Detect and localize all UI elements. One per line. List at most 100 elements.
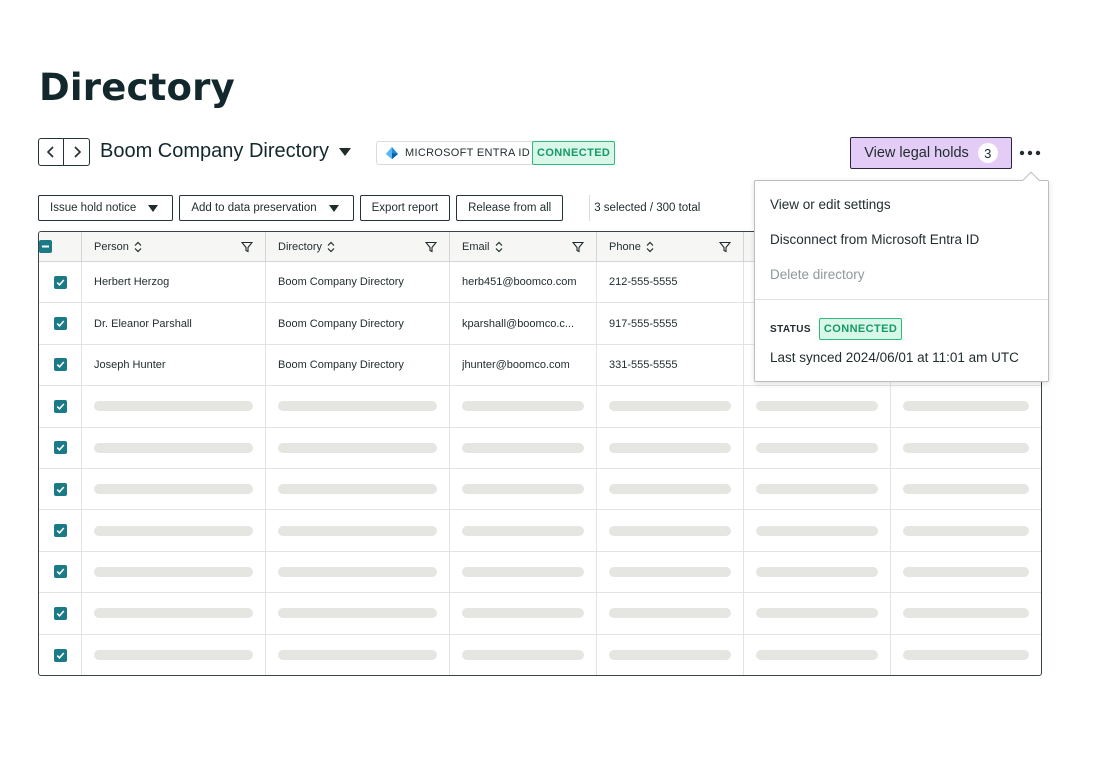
status-label: STATUS	[770, 323, 811, 335]
phone-value: 917-555-5555	[609, 317, 678, 330]
directory-name: Boom Company Directory	[100, 140, 329, 162]
loading-placeholder	[609, 650, 731, 661]
filter-icon[interactable]	[572, 241, 584, 253]
sort-icon[interactable]	[134, 241, 142, 253]
directory-selector[interactable]: Boom Company Directory	[100, 140, 351, 163]
disconnect-menu-item[interactable]: Disconnect from Microsoft Entra ID	[770, 232, 979, 247]
add-to-data-preservation-label: Add to data preservation	[191, 202, 317, 214]
issue-hold-notice-button[interactable]: Issue hold notice	[38, 195, 174, 221]
checkbox-checked-icon	[56, 527, 64, 534]
phone-cell: 331-555-5555	[597, 344, 744, 386]
directory-cell: Boom Company Directory	[266, 262, 450, 303]
filter-icon[interactable]	[241, 241, 253, 253]
row-checkbox-cell	[39, 551, 82, 593]
loading-placeholder	[903, 650, 1029, 661]
row-checkbox[interactable]	[53, 606, 67, 620]
person-name: Joseph Hunter	[94, 358, 166, 371]
loading-placeholder	[756, 650, 878, 661]
loading-placeholder	[756, 484, 878, 495]
loading-row	[39, 386, 1041, 428]
next-directory-button[interactable]	[64, 138, 90, 166]
loading-row	[39, 468, 1041, 511]
view-edit-settings-menu-item[interactable]: View or edit settings	[770, 197, 891, 212]
row-checkbox-cell	[39, 386, 82, 427]
loading-placeholder	[278, 401, 437, 412]
caret-down-icon	[148, 204, 159, 212]
filter-icon[interactable]	[719, 241, 731, 253]
column-header-phone[interactable]: Phone	[597, 232, 744, 261]
email-cell: herb451@boomco.com	[450, 262, 597, 303]
sort-icon[interactable]	[327, 241, 335, 253]
loading-placeholder	[903, 442, 1029, 453]
loading-placeholder	[278, 650, 437, 661]
person-name: Herbert Herzog	[94, 276, 170, 289]
page-title: Directory	[39, 66, 235, 109]
person-name: Dr. Eleanor Parshall	[94, 317, 192, 330]
sort-icon[interactable]	[495, 241, 503, 253]
row-checkbox-cell	[39, 344, 82, 386]
release-from-all-button[interactable]: Release from all	[456, 195, 564, 221]
loading-placeholder	[94, 484, 253, 495]
loading-placeholder	[903, 566, 1029, 577]
filter-icon[interactable]	[425, 241, 437, 253]
loading-placeholder	[609, 566, 731, 577]
column-header-email[interactable]: Email	[450, 232, 597, 261]
loading-placeholder	[278, 525, 437, 536]
delete-directory-menu-item: Delete directory	[770, 267, 865, 282]
select-all-checkbox[interactable]	[39, 240, 52, 253]
row-checkbox[interactable]	[53, 524, 67, 538]
legal-holds-label: View legal holds	[864, 145, 969, 161]
status-badge: CONNECTED	[818, 318, 903, 340]
loading-placeholder	[94, 401, 253, 412]
more-horizontal-icon	[1019, 150, 1041, 156]
directory-cell: Boom Company Directory	[266, 303, 450, 344]
checkbox-checked-icon	[56, 444, 64, 452]
directory-value: Boom Company Directory	[278, 317, 404, 330]
row-checkbox-cell	[39, 262, 82, 303]
loading-placeholder	[462, 401, 584, 412]
loading-placeholder	[756, 401, 878, 412]
previous-directory-button[interactable]	[38, 138, 64, 166]
issue-hold-notice-label: Issue hold notice	[50, 202, 137, 214]
sort-icon[interactable]	[646, 241, 654, 253]
checkbox-checked-icon	[56, 320, 64, 328]
checkbox-checked-icon	[56, 486, 64, 493]
row-checkbox[interactable]	[53, 317, 67, 331]
loading-placeholder	[94, 566, 253, 577]
row-checkbox-cell	[39, 303, 82, 344]
loading-placeholder	[903, 401, 1029, 412]
column-header-directory[interactable]: Directory	[266, 232, 450, 261]
more-options-button[interactable]	[1018, 142, 1042, 164]
integration-label: MICROSOFT ENTRA ID	[405, 147, 530, 159]
phone-value: 212-555-5555	[609, 276, 678, 289]
email-value: jhunter@boomco.com	[462, 358, 570, 371]
row-checkbox[interactable]	[53, 441, 67, 455]
export-report-button[interactable]: Export report	[359, 195, 451, 221]
phone-cell: 212-555-5555	[597, 262, 744, 303]
row-checkbox[interactable]	[53, 358, 67, 372]
loading-placeholder	[756, 525, 878, 536]
checkbox-checked-icon	[56, 361, 64, 369]
row-checkbox[interactable]	[53, 275, 67, 289]
row-checkbox[interactable]	[53, 648, 67, 662]
column-label: Directory	[278, 240, 323, 253]
view-legal-holds-button[interactable]: View legal holds 3	[850, 137, 1012, 169]
checkbox-checked-icon	[56, 568, 64, 576]
loading-placeholder	[462, 484, 584, 495]
microsoft-entra-logo-icon	[386, 147, 398, 159]
column-label: Person	[94, 240, 129, 253]
loading-placeholder	[609, 608, 731, 619]
add-to-data-preservation-button[interactable]: Add to data preservation	[179, 195, 354, 221]
column-header-person[interactable]: Person	[82, 232, 266, 261]
loading-row	[39, 634, 1041, 675]
loading-row	[39, 510, 1041, 552]
phone-cell: 917-555-5555	[597, 303, 744, 344]
directory-nav	[38, 138, 90, 166]
caret-down-icon	[338, 147, 351, 156]
row-checkbox[interactable]	[53, 565, 67, 579]
row-checkbox[interactable]	[53, 482, 67, 496]
status-badge: CONNECTED	[532, 141, 616, 165]
loading-placeholder	[462, 650, 584, 661]
row-checkbox[interactable]	[53, 399, 67, 413]
column-label: Phone	[609, 240, 641, 253]
